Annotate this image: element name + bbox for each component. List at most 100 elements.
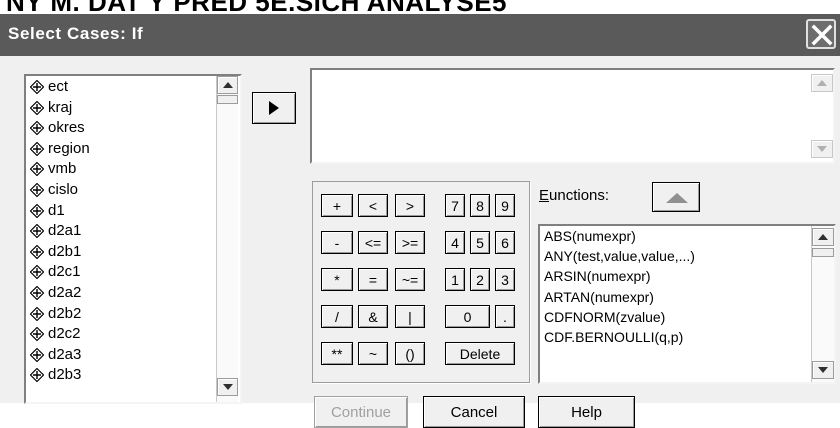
numeric-variable-icon <box>30 265 44 280</box>
scroll-down-icon <box>817 146 827 152</box>
keypad-key[interactable]: | <box>395 305 425 328</box>
help-button[interactable]: Help <box>538 396 635 428</box>
functions-label-mnemonic: E <box>539 187 550 204</box>
variable-name: d2b3 <box>48 366 82 384</box>
scroll-up-button[interactable] <box>217 76 238 94</box>
keypad-key[interactable]: - <box>321 231 353 254</box>
numeric-variable-icon <box>30 162 44 177</box>
scroll-up-icon <box>817 80 827 86</box>
expression-scroll-down[interactable] <box>811 140 833 158</box>
scroll-thumb[interactable] <box>217 95 238 104</box>
numeric-variable-icon <box>30 327 44 342</box>
keypad-key[interactable]: . <box>495 305 515 328</box>
keypad-key[interactable]: 8 <box>470 194 490 217</box>
keypad-key[interactable]: ~= <box>395 268 425 291</box>
scroll-down-icon <box>222 384 233 390</box>
expression-textarea[interactable] <box>310 68 835 164</box>
numeric-variable-icon <box>30 100 44 115</box>
up-arrow-icon <box>666 193 688 203</box>
keypad-key[interactable]: / <box>321 305 353 328</box>
function-item[interactable]: ABS(numexpr) <box>544 227 636 246</box>
keypad-key[interactable]: + <box>321 194 353 217</box>
variable-name: d1 <box>48 201 65 219</box>
scroll-up-icon <box>818 234 828 240</box>
keypad-key[interactable]: ** <box>321 342 353 365</box>
functions-scroll-down[interactable] <box>812 361 834 379</box>
expression-scrollbar[interactable] <box>811 70 833 162</box>
keypad-key[interactable]: 3 <box>495 268 515 291</box>
keypad-key[interactable]: Delete <box>445 342 515 365</box>
functions-label-text: unctions: <box>549 187 610 204</box>
close-button[interactable] <box>806 19 836 49</box>
keypad-key[interactable]: * <box>321 268 353 291</box>
variable-name: d2a3 <box>48 345 82 363</box>
function-item[interactable]: ANY(test,value,value,...) <box>544 247 695 266</box>
keypad-key[interactable]: ~ <box>358 342 388 365</box>
paste-function-button[interactable] <box>652 182 700 212</box>
title-bar[interactable]: Select Cases: If <box>0 14 840 56</box>
keypad-key[interactable]: = <box>358 268 388 291</box>
variable-list[interactable]: ect kraj okres region vmb cislo d1 d2a1 d2b1 d2c1… <box>24 74 242 404</box>
numeric-variable-icon <box>30 121 44 136</box>
scroll-up-icon <box>222 82 233 88</box>
variable-name: okres <box>48 119 85 137</box>
functions-scroll-up[interactable] <box>812 228 834 246</box>
continue-button[interactable]: Continue <box>314 396 408 428</box>
expression-scroll-up[interactable] <box>811 74 833 92</box>
numeric-variable-icon <box>30 286 44 300</box>
keypad-key[interactable]: 1 <box>445 268 465 291</box>
functions-list[interactable]: ABS(numexpr) ANY(test,value,value,...) ARS… <box>538 224 836 384</box>
keypad-key[interactable]: 2 <box>470 268 490 291</box>
variable-name: vmb <box>48 160 77 178</box>
function-item[interactable]: CDFNORM(zvalue) <box>544 308 665 327</box>
keypad-key[interactable]: <= <box>358 231 388 254</box>
keypad-key[interactable]: 6 <box>495 231 515 254</box>
variable-name: d2c1 <box>48 263 81 281</box>
function-item[interactable]: ARSIN(numexpr) <box>544 267 651 286</box>
keypad-key[interactable]: 9 <box>495 194 515 217</box>
numeric-variable-icon <box>30 347 44 362</box>
numeric-variable-icon <box>30 244 44 259</box>
variable-name: ect <box>48 78 69 95</box>
numeric-variable-icon <box>30 368 44 383</box>
variable-name: region <box>48 139 90 157</box>
functions-scrollbar[interactable] <box>811 226 834 382</box>
calculator-pad: + < >7 8 9 - <= >= 4 5 6 * = ~= 1 2 3 /& | 0. ** ~ () Delete <box>312 181 530 383</box>
right-arrow-icon <box>269 101 279 115</box>
variable-name: d2b2 <box>48 304 82 322</box>
keypad-key[interactable]: 4 <box>445 231 465 254</box>
keypad-key[interactable]: 7 <box>445 194 465 217</box>
function-item[interactable]: ARTAN(numexpr) <box>544 288 654 307</box>
keypad-key[interactable]: 5 <box>470 231 490 254</box>
scroll-down-button[interactable] <box>217 378 238 396</box>
window-title: Select Cases: If <box>8 24 144 43</box>
variable-name: cislo <box>48 181 79 198</box>
functions-label: Eunctions: <box>539 187 609 204</box>
variable-name: d2b1 <box>48 242 82 260</box>
variable-name: kraj <box>48 98 73 116</box>
select-cases-dialog: Select Cases: If ect kraj okres region vmb ci… <box>0 14 840 428</box>
keypad-key[interactable]: >= <box>395 231 425 254</box>
variable-name: d2a1 <box>48 222 82 240</box>
keypad-key[interactable]: 0 <box>445 305 490 328</box>
scroll-down-icon <box>818 367 828 373</box>
close-icon <box>811 24 833 46</box>
numeric-variable-icon <box>30 141 44 156</box>
variable-name: d2c2 <box>48 325 81 343</box>
functions-scroll-thumb[interactable] <box>812 248 834 257</box>
keypad-key[interactable]: < <box>358 194 388 217</box>
dialog-body: ect kraj okres region vmb cislo d1 d2a1 d2b1 d2c1… <box>0 56 840 428</box>
keypad-key[interactable]: () <box>395 342 425 365</box>
variable-name: d2a2 <box>48 284 82 301</box>
cancel-button[interactable]: Cancel <box>423 396 525 428</box>
numeric-variable-icon <box>30 80 44 94</box>
numeric-variable-icon <box>30 306 44 321</box>
numeric-variable-icon <box>30 203 44 218</box>
numeric-variable-icon <box>30 224 44 239</box>
numeric-variable-icon <box>30 183 44 197</box>
keypad-key[interactable]: > <box>395 194 425 217</box>
keypad-key[interactable]: & <box>358 305 388 328</box>
move-to-expression-button[interactable] <box>252 92 296 124</box>
variable-list-scrollbar[interactable] <box>216 76 238 402</box>
function-item[interactable]: CDF.BERNOULLI(q,p) <box>544 328 683 347</box>
